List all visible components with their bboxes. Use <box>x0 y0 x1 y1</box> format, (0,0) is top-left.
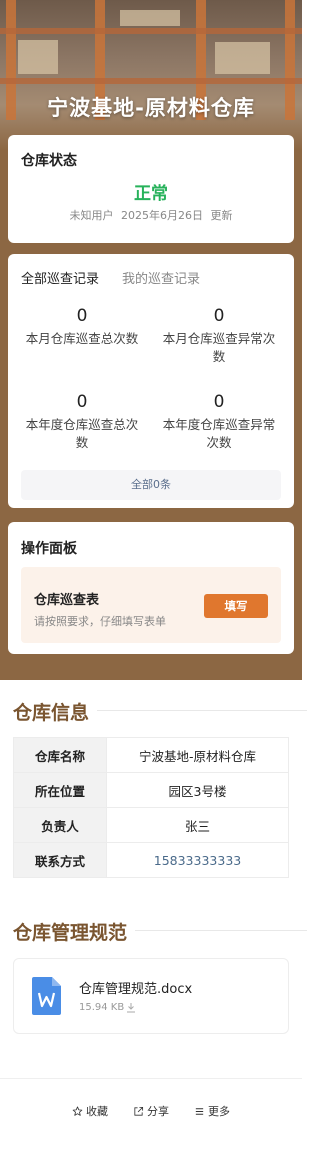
top-section: 宁波基地-原材料仓库 仓库状态 正常 未知用户 2025年6月26日 更新 全部… <box>0 0 302 680</box>
operations-panel-card: 操作面板 仓库巡查表 请按照要求，仔细填写表单 填写 <box>8 522 294 654</box>
warehouse-info-heading: 仓库信息 <box>13 698 307 725</box>
file-attachment[interactable]: 仓库管理规范.docx 15.94 KB <box>13 958 289 1034</box>
stat-value: 0 <box>76 392 88 412</box>
word-doc-icon <box>32 977 61 1015</box>
favorite-button[interactable]: 收藏 <box>72 1103 108 1119</box>
stat-month-abnormal: 0 本月仓库巡查异常次数 <box>159 306 279 366</box>
table-row: 仓库名称 宁波基地-原材料仓库 <box>13 737 289 773</box>
stat-label: 本月仓库巡查异常次数 <box>162 331 276 364</box>
inspection-records-card: 全部巡查记录 我的巡查记录 0 本月仓库巡查总次数 0 本月仓库巡查异常次数 0… <box>8 254 294 508</box>
stat-year-abnormal: 0 本年度仓库巡查异常次数 <box>159 392 279 452</box>
stat-value: 0 <box>213 392 225 412</box>
table-key: 联系方式 <box>13 842 107 878</box>
all-records-link[interactable]: 全部0条 <box>21 470 281 500</box>
more-label: 更多 <box>208 1105 230 1118</box>
bottom-action-bar: 收藏 分享 更多 <box>0 1078 302 1155</box>
tab-my-records[interactable]: 我的巡查记录 <box>122 268 200 287</box>
stat-month-total: 0 本月仓库巡查总次数 <box>22 306 142 348</box>
stat-year-total: 0 本年度仓库巡查总次数 <box>22 392 142 452</box>
menu-icon <box>195 1107 204 1115</box>
table-value: 园区3号楼 <box>106 772 289 808</box>
stat-value: 0 <box>76 306 88 326</box>
status-meta: 未知用户 2025年6月26日 更新 <box>8 207 294 223</box>
pallet-box-graphic <box>18 40 58 74</box>
warehouse-info-table: 仓库名称 宁波基地-原材料仓库 所在位置 园区3号楼 负责人 张三 联系方式 1… <box>13 737 289 878</box>
management-rules-heading: 仓库管理规范 <box>13 918 307 945</box>
fill-form-button[interactable]: 填写 <box>204 594 268 618</box>
table-key: 所在位置 <box>13 772 107 808</box>
warehouse-shelf-graphic <box>0 78 302 84</box>
hero-banner: 宁波基地-原材料仓库 <box>0 0 302 150</box>
favorite-label: 收藏 <box>86 1105 108 1118</box>
table-row: 所在位置 园区3号楼 <box>13 772 289 808</box>
share-label: 分享 <box>147 1105 169 1118</box>
form-description: 请按照要求，仔细填写表单 <box>34 615 166 628</box>
stat-label: 本月仓库巡查总次数 <box>25 331 139 346</box>
stat-label: 本年度仓库巡查异常次数 <box>162 417 276 450</box>
stat-value: 0 <box>213 306 225 326</box>
page-title: 宁波基地-原材料仓库 <box>47 96 255 120</box>
table-value: 宁波基地-原材料仓库 <box>106 737 289 773</box>
pallet-box-graphic <box>215 42 270 74</box>
warehouse-status-card: 仓库状态 正常 未知用户 2025年6月26日 更新 <box>8 135 294 243</box>
status-update-label: 更新 <box>210 209 233 222</box>
table-key: 仓库名称 <box>13 737 107 773</box>
pallet-box-graphic <box>120 10 180 26</box>
inspection-form-item: 仓库巡查表 请按照要求，仔细填写表单 填写 <box>21 567 281 643</box>
table-row: 负责人 张三 <box>13 807 289 843</box>
status-user: 未知用户 <box>69 209 114 222</box>
share-icon <box>134 1106 144 1116</box>
tab-all-records[interactable]: 全部巡查记录 <box>21 268 99 287</box>
status-value: 正常 <box>134 184 168 204</box>
table-value: 张三 <box>106 807 289 843</box>
star-icon <box>72 1106 83 1116</box>
table-key: 负责人 <box>13 807 107 843</box>
form-title: 仓库巡查表 <box>34 593 100 608</box>
operations-panel-title: 操作面板 <box>21 541 77 557</box>
file-name: 仓库管理规范.docx <box>79 982 193 997</box>
section-title: 仓库管理规范 <box>13 922 136 944</box>
phone-link[interactable]: 15833333333 <box>106 842 289 878</box>
status-card-title: 仓库状态 <box>21 153 77 169</box>
stat-label: 本年度仓库巡查总次数 <box>25 417 139 450</box>
section-title: 仓库信息 <box>13 702 98 724</box>
download-icon[interactable] <box>126 1002 136 1013</box>
status-date: 2025年6月26日 <box>121 209 203 222</box>
warehouse-shelf-graphic <box>0 28 302 34</box>
more-button[interactable]: 更多 <box>194 1103 230 1119</box>
file-size: 15.94 KB <box>79 1002 125 1013</box>
share-button[interactable]: 分享 <box>133 1103 169 1119</box>
table-row: 联系方式 15833333333 <box>13 842 289 878</box>
